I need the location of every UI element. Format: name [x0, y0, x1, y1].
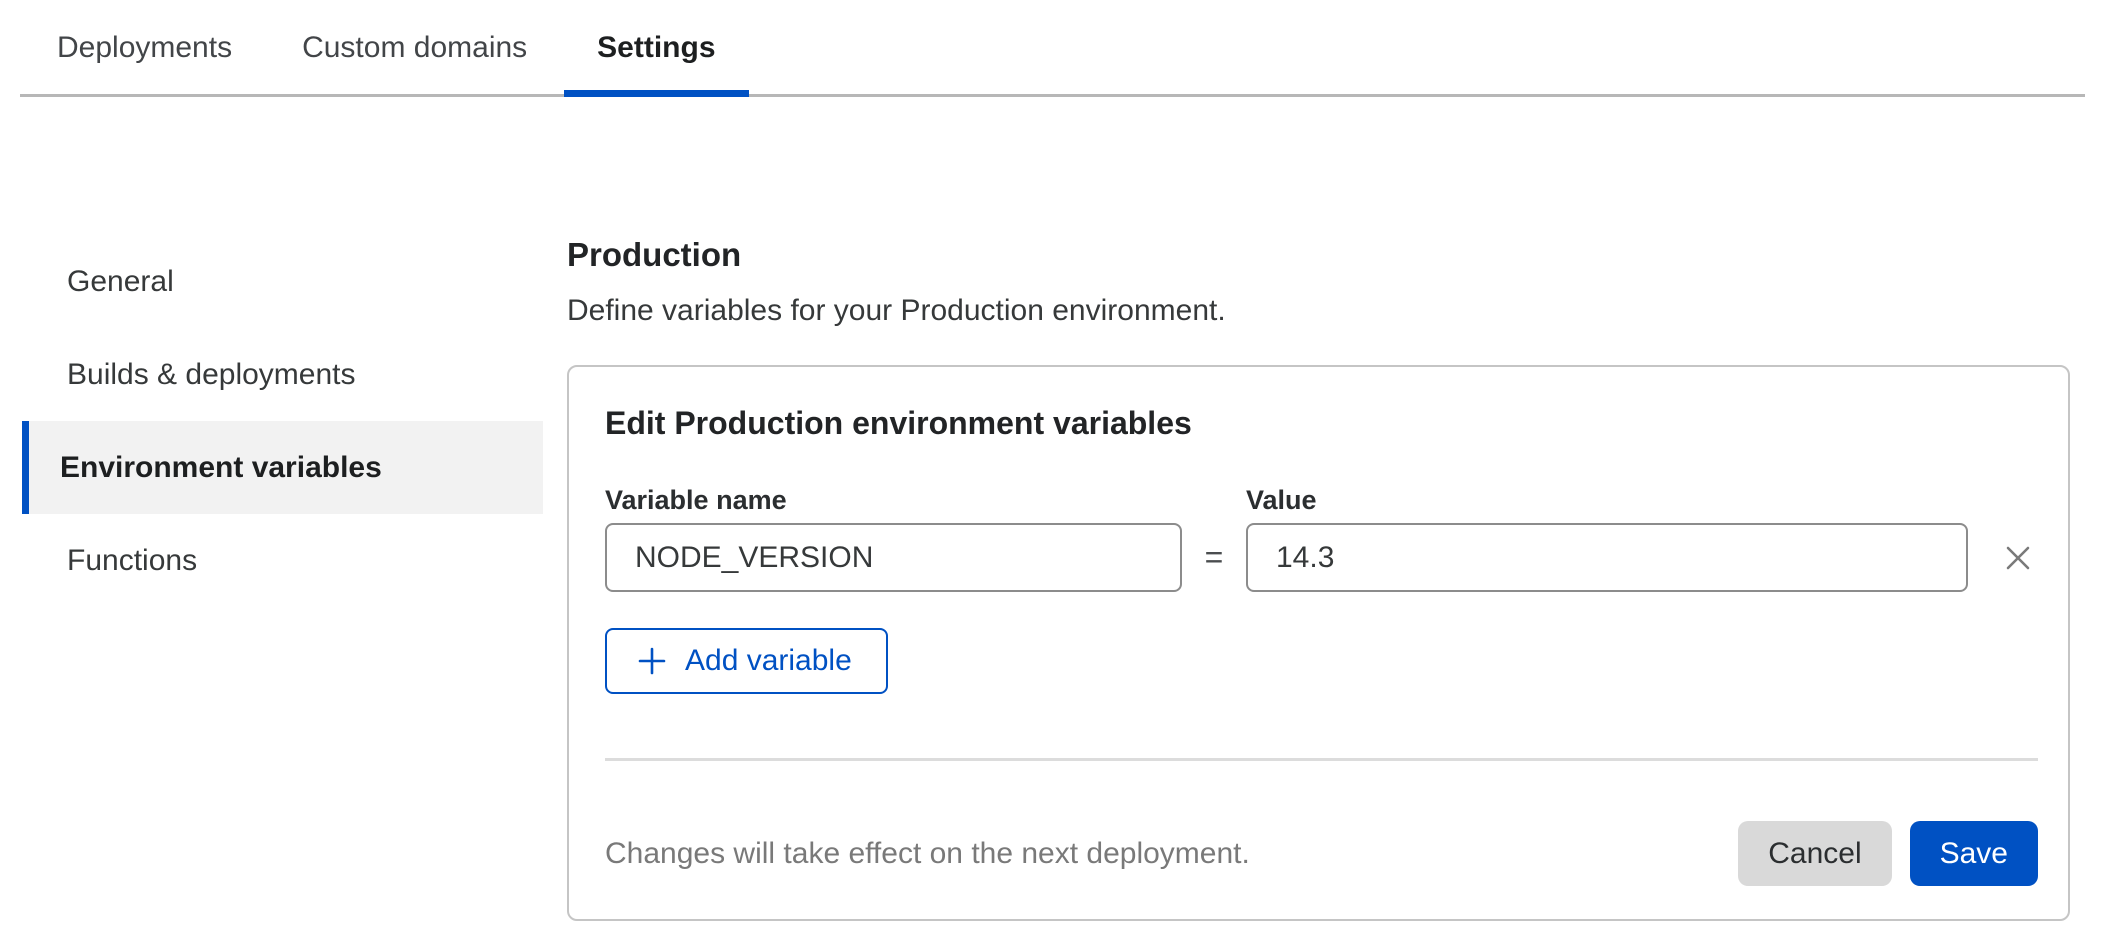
main-panel: Production Define variables for your Pro…	[567, 235, 2070, 921]
variable-row: Variable name = Value	[605, 487, 2038, 592]
tab-custom-domains[interactable]: Custom domains	[269, 30, 560, 97]
variable-value-column: Value	[1246, 487, 1968, 592]
variable-name-label: Variable name	[605, 487, 1182, 514]
close-icon	[2000, 540, 2036, 576]
sidebar-item-environment-variables[interactable]: Environment variables	[22, 421, 543, 514]
tab-settings[interactable]: Settings	[564, 30, 748, 97]
page-title: Production	[567, 235, 2070, 275]
card-title: Edit Production environment variables	[605, 403, 2038, 443]
cancel-button[interactable]: Cancel	[1738, 821, 1891, 886]
equals-sign: =	[1182, 523, 1246, 592]
variable-value-input[interactable]	[1246, 523, 1968, 592]
footer-note: Changes will take effect on the next dep…	[605, 837, 1250, 871]
tab-bar: Deployments Custom domains Settings	[20, 0, 2085, 97]
add-variable-button[interactable]: Add variable	[605, 628, 888, 694]
plus-icon	[635, 644, 669, 678]
remove-variable-button[interactable]	[1998, 523, 2038, 592]
variable-name-input[interactable]	[605, 523, 1182, 592]
tab-deployments[interactable]: Deployments	[24, 30, 265, 97]
environment-variables-card: Edit Production environment variables Va…	[567, 365, 2070, 921]
save-button[interactable]: Save	[1910, 821, 2038, 886]
sidebar-item-functions[interactable]: Functions	[22, 514, 543, 607]
variable-name-column: Variable name	[605, 487, 1182, 592]
sidebar-item-general[interactable]: General	[22, 235, 543, 328]
card-divider	[605, 758, 2038, 761]
footer-actions: Cancel Save	[1738, 821, 2038, 886]
card-footer: Changes will take effect on the next dep…	[605, 821, 2038, 886]
sidebar-item-builds-deployments[interactable]: Builds & deployments	[22, 328, 543, 421]
add-variable-label: Add variable	[685, 644, 852, 678]
settings-sidebar: General Builds & deployments Environment…	[22, 235, 543, 607]
page-description: Define variables for your Production env…	[567, 293, 2070, 329]
content-area: General Builds & deployments Environment…	[0, 235, 2121, 921]
variable-value-label: Value	[1246, 487, 1968, 514]
